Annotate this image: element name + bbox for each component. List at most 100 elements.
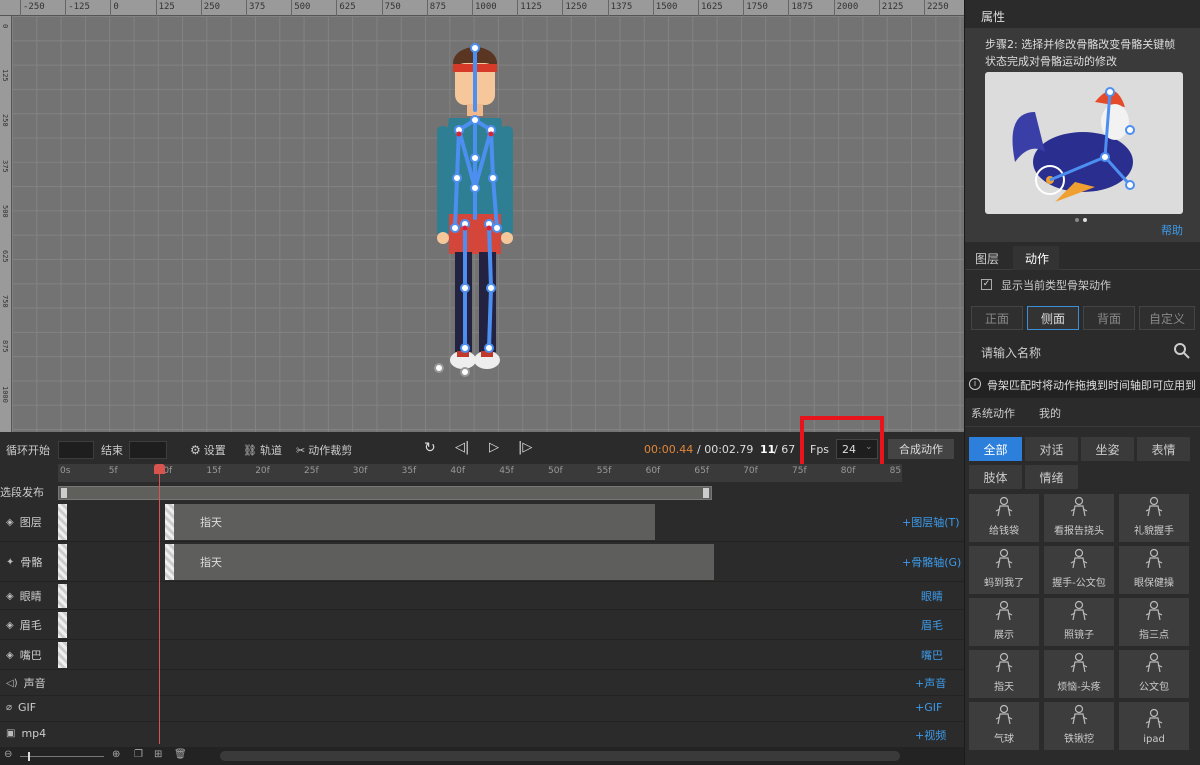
action-card[interactable]: 指三点: [1119, 598, 1189, 646]
view-side[interactable]: 侧面: [1027, 306, 1079, 330]
action-clip[interactable]: 指天: [174, 544, 714, 580]
tutorial-image: [985, 72, 1183, 214]
loop-end-input[interactable]: [129, 441, 167, 459]
canvas-stage[interactable]: -250 -125 0 125 250 375 500 625 750 875 1000 1125 12…: [0, 0, 964, 432]
action-card[interactable]: 气球: [969, 702, 1039, 750]
ruler-label: 750: [384, 2, 401, 12]
tab-system-actions[interactable]: 系统动作: [971, 405, 1015, 421]
action-card[interactable]: 给钱袋: [969, 494, 1039, 542]
add-track-button[interactable]: +骨骼轴(G): [902, 554, 961, 570]
action-cut-button[interactable]: ✂ 动作裁剪: [296, 442, 352, 458]
keyframe-thumb[interactable]: [58, 612, 67, 638]
paste-icon[interactable]: ⊞: [154, 749, 162, 760]
category-dialog[interactable]: 对话: [1025, 437, 1078, 461]
category-all[interactable]: 全部: [969, 437, 1022, 461]
keyframe-thumb[interactable]: [58, 504, 67, 540]
reset-icon[interactable]: ↻: [424, 440, 436, 456]
copy-icon[interactable]: ❐: [134, 749, 143, 760]
character-figure[interactable]: [425, 38, 525, 378]
action-card[interactable]: 照镜子: [1044, 598, 1114, 646]
view-custom[interactable]: 自定义: [1139, 306, 1195, 330]
action-card[interactable]: 蚂到我了: [969, 546, 1039, 594]
ruler-label: 1375: [610, 2, 633, 12]
step-back-icon[interactable]: ◁|: [455, 440, 469, 455]
category-expression[interactable]: 表情: [1137, 437, 1190, 461]
compose-button[interactable]: 合成动作: [888, 439, 954, 459]
action-card-label: ipad: [1143, 734, 1165, 745]
right-panel: 属性 步骤2: 选择并修改骨骼改变骨骼关键帧 状态完成对骨骼运动的修改 帮助 图…: [964, 0, 1200, 765]
category-body[interactable]: 肢体: [969, 465, 1022, 489]
zoom-slider-thumb[interactable]: [28, 752, 30, 761]
add-track-button[interactable]: 眉毛: [921, 617, 943, 633]
zoom-in-icon[interactable]: ⊕: [112, 749, 120, 760]
view-front[interactable]: 正面: [971, 306, 1023, 330]
action-card[interactable]: 烦恼-头疼: [1044, 650, 1114, 698]
action-card[interactable]: 看报告挠头: [1044, 494, 1114, 542]
add-track-button[interactable]: +声音: [915, 675, 946, 691]
segment-range-bar[interactable]: [58, 486, 712, 500]
ruler-tick: [698, 0, 699, 16]
range-start-handle[interactable]: [61, 488, 67, 498]
ruler-label: 125: [1, 69, 9, 82]
tab-actions[interactable]: 动作: [1013, 246, 1059, 270]
action-card[interactable]: 礼貌握手: [1119, 494, 1189, 542]
zoom-slider[interactable]: [20, 756, 104, 757]
tutorial-step-line1: 步骤2: 选择并修改骨骼改变骨骼关键帧: [985, 38, 1176, 51]
view-back[interactable]: 背面: [1083, 306, 1135, 330]
carousel-dot[interactable]: [1075, 218, 1079, 222]
tab-my-actions[interactable]: 我的: [1039, 405, 1061, 421]
add-track-button[interactable]: 嘴巴: [921, 647, 943, 663]
playhead-handle[interactable]: [154, 464, 165, 474]
action-card[interactable]: 公文包: [1119, 650, 1189, 698]
clip-thumb[interactable]: [165, 504, 174, 540]
timeline-track: ◈ 眼睛 眼睛: [0, 582, 964, 610]
keyframe-thumb[interactable]: [58, 544, 67, 580]
ruler-tick: [291, 0, 293, 16]
info-text: 骨架匹配时将动作拖拽到时间轴即可应用到: [987, 379, 1196, 392]
action-card-label: 铁锹挖: [1064, 734, 1094, 745]
settings-button[interactable]: ⚙ 设置: [190, 442, 226, 458]
track-label: GIF: [18, 701, 37, 714]
add-track-button[interactable]: 眼睛: [921, 588, 943, 604]
help-link[interactable]: 帮助: [1161, 222, 1183, 238]
ruler-tick: [517, 0, 519, 16]
clip-thumb[interactable]: [165, 544, 174, 580]
action-card[interactable]: 眼保健操: [1119, 546, 1189, 594]
frame-ruler[interactable]: 0s5f10f15f20f25f30f35f40f45f50f55f60f65f…: [58, 464, 902, 482]
play-icon[interactable]: ▷: [489, 440, 499, 455]
figure-icon: [995, 600, 1013, 621]
category-sitting[interactable]: 坐姿: [1081, 437, 1134, 461]
range-end-handle[interactable]: [703, 488, 709, 498]
category-emotion[interactable]: 情绪: [1025, 465, 1078, 489]
action-card[interactable]: 铁锹挖: [1044, 702, 1114, 750]
search-input[interactable]: 请输入名称: [981, 344, 1041, 361]
action-search[interactable]: 请输入名称: [971, 338, 1195, 366]
keyframe-thumb[interactable]: [58, 584, 67, 608]
action-card[interactable]: 展示: [969, 598, 1039, 646]
trash-icon[interactable]: 🗑: [174, 749, 187, 760]
add-track-button[interactable]: +图层轴(T): [902, 514, 960, 530]
action-card[interactable]: ipad: [1119, 702, 1189, 750]
track-label: mp4: [21, 727, 47, 740]
action-card[interactable]: 握手-公文包: [1044, 546, 1114, 594]
carousel-dot-active[interactable]: [1083, 218, 1087, 222]
show-skeleton-checkbox[interactable]: ✓: [981, 279, 992, 290]
ruler-tick: [20, 0, 21, 16]
keyframe-thumb[interactable]: [58, 642, 67, 668]
playhead[interactable]: [159, 464, 160, 744]
ruler-tick: [200, 0, 202, 16]
track-button[interactable]: ⛓ 轨道: [243, 442, 282, 458]
tab-layers[interactable]: 图层: [975, 250, 999, 267]
step-forward-icon[interactable]: |▷: [518, 440, 532, 455]
zoom-out-icon[interactable]: ⊖: [4, 749, 12, 760]
action-card[interactable]: 指天: [969, 650, 1039, 698]
add-track-button[interactable]: +GIF: [915, 701, 942, 714]
horizontal-scrollbar[interactable]: [220, 751, 900, 761]
add-track-button[interactable]: +视频: [915, 727, 946, 743]
loop-start-input[interactable]: [58, 441, 94, 459]
frame-tick-label: 35f: [401, 466, 417, 476]
search-icon[interactable]: [1173, 342, 1191, 360]
panel-tabs: 图层 动作: [965, 246, 1200, 270]
frame-tick-label: 70f: [743, 466, 758, 476]
action-clip[interactable]: 指天: [174, 504, 655, 540]
